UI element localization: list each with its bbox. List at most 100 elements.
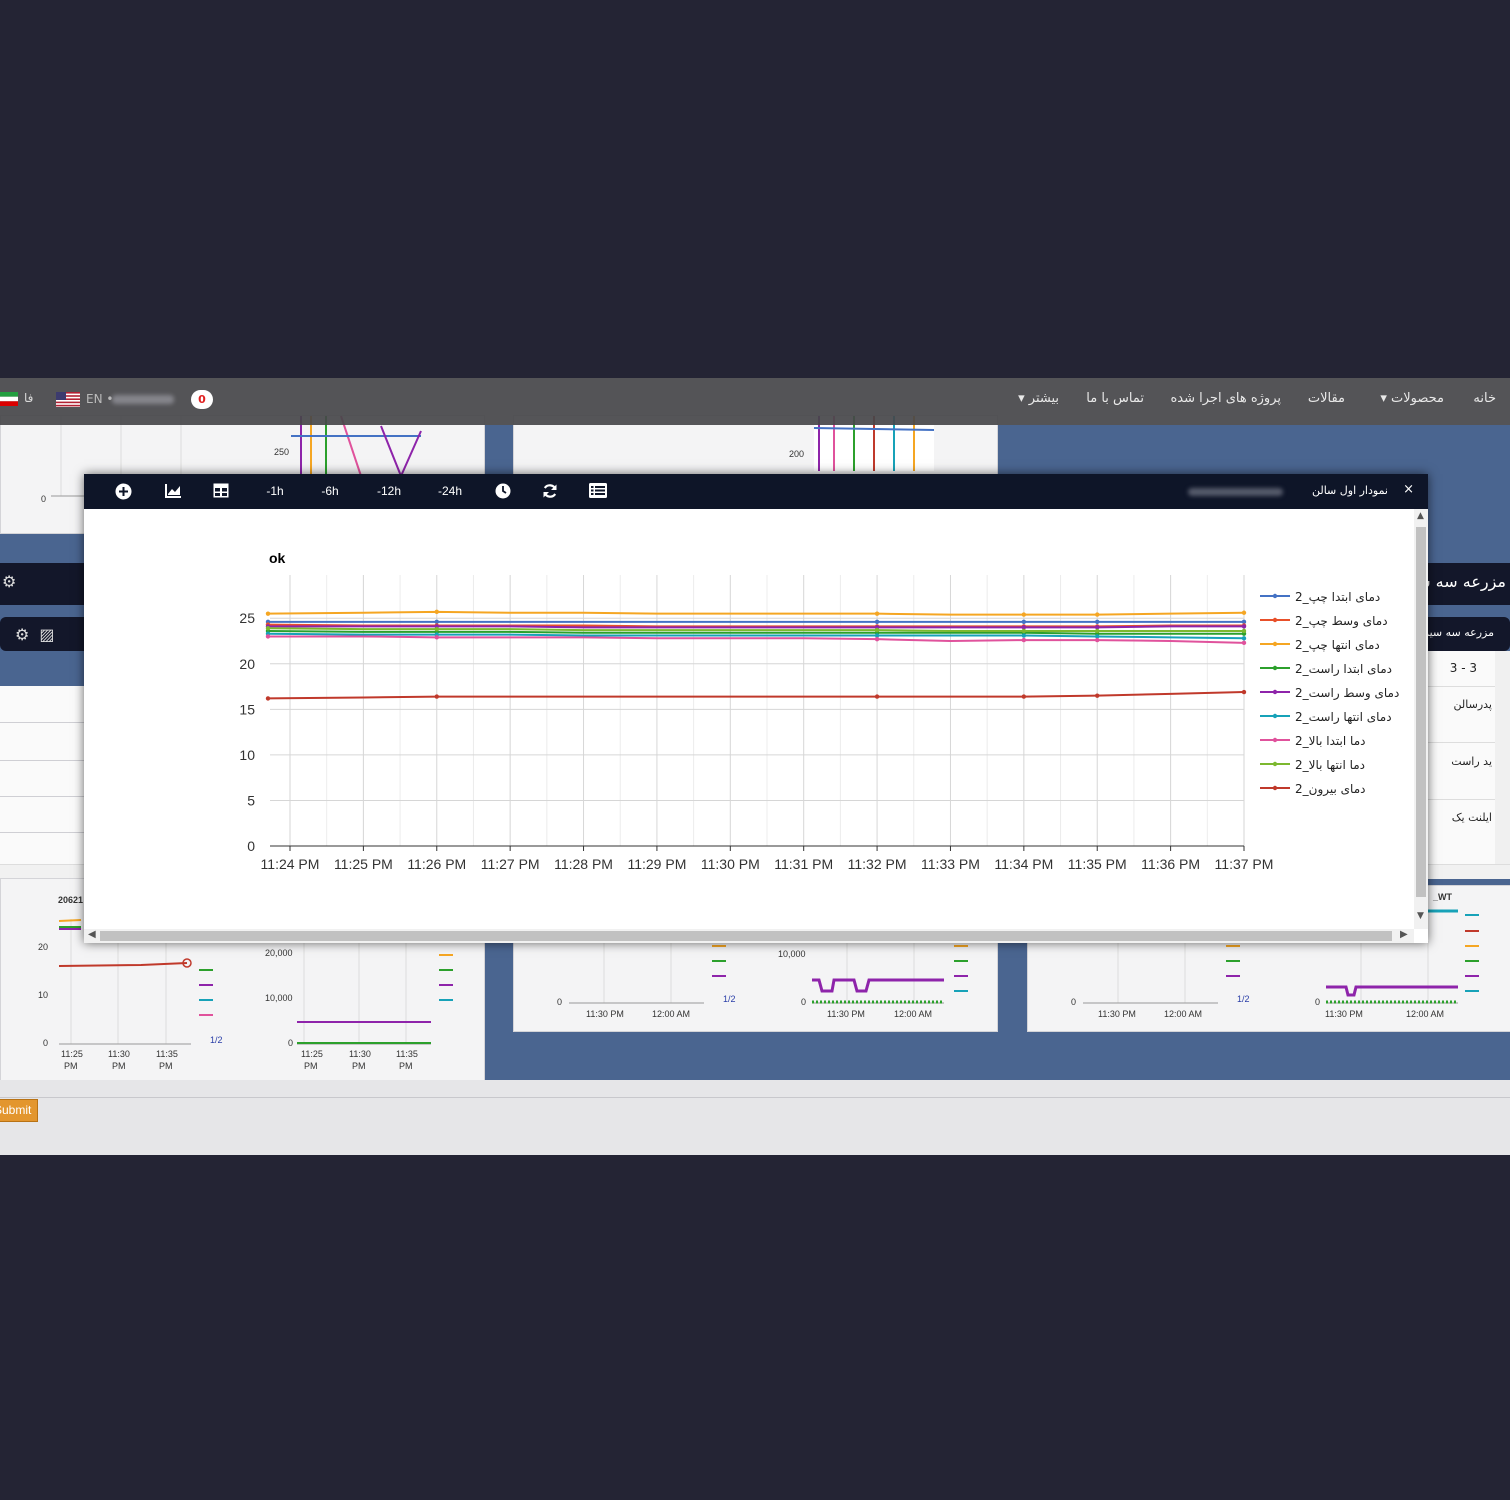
data-point bbox=[265, 696, 271, 701]
x-tick: 11:30 PM bbox=[1098, 1009, 1136, 1019]
range-1h-button[interactable]: -1h bbox=[260, 474, 290, 509]
x-tick: 11:25 bbox=[301, 1049, 323, 1059]
us-flag-icon[interactable] bbox=[56, 392, 80, 407]
gear-icon[interactable]: ⚙ bbox=[15, 625, 39, 644]
nav-products-label: محصولات bbox=[1391, 391, 1444, 406]
mini-chart-title: _WT bbox=[1433, 892, 1452, 902]
y-tick: 10 bbox=[38, 990, 49, 1000]
x-tick-label: 11:31 PM bbox=[774, 856, 833, 872]
data-point bbox=[1241, 640, 1247, 646]
legend-swatch bbox=[199, 969, 213, 971]
x-tick: 11:30 bbox=[349, 1049, 371, 1059]
x-tick-label: 11:24 PM bbox=[261, 856, 320, 872]
table-scrollbar[interactable] bbox=[1495, 651, 1510, 864]
divider bbox=[0, 722, 84, 723]
divider bbox=[0, 832, 84, 833]
clock-icon[interactable] bbox=[492, 474, 514, 509]
chart-title: ok bbox=[269, 550, 286, 566]
data-point bbox=[1021, 637, 1027, 643]
refresh-icon[interactable] bbox=[539, 474, 561, 509]
legend-swatch bbox=[712, 975, 726, 977]
nav-more[interactable]: ▾ بیشتر bbox=[1018, 391, 1059, 406]
x-tick-label: 11:35 PM bbox=[1068, 856, 1127, 872]
page-indicator[interactable]: 1/2 bbox=[723, 994, 736, 1004]
range-6h-button[interactable]: -6h bbox=[315, 474, 345, 509]
y-tick: 0 bbox=[41, 494, 47, 504]
mini-chart bbox=[813, 416, 935, 471]
legend-label: دمای وسط چپ_2 bbox=[1295, 614, 1388, 629]
username-blurred[interactable] bbox=[112, 395, 174, 404]
scroll-thumb[interactable] bbox=[1416, 527, 1426, 897]
data-point bbox=[874, 636, 880, 642]
x-tick-label: 11:36 PM bbox=[1141, 856, 1200, 872]
gear-icon[interactable]: ⚙ bbox=[2, 572, 16, 591]
legend-swatch bbox=[199, 1014, 213, 1016]
data-point bbox=[1021, 694, 1027, 699]
notification-badge[interactable]: 0 bbox=[191, 390, 213, 409]
lang-en-link[interactable]: EN • bbox=[86, 392, 113, 406]
table-row[interactable]: ایلنت یک bbox=[1452, 811, 1492, 824]
submit-button[interactable]: Submit bbox=[0, 1099, 38, 1122]
table-icon[interactable] bbox=[210, 474, 232, 509]
background-table-left bbox=[0, 686, 84, 864]
modal-vertical-scrollbar[interactable]: ▲ ▼ bbox=[1414, 509, 1428, 929]
legend-swatch bbox=[1465, 930, 1479, 932]
x-tick: 12:00 AM bbox=[652, 1009, 691, 1019]
x-tick: 11:35 bbox=[156, 1049, 178, 1059]
legend-swatch-dot bbox=[1272, 689, 1278, 695]
panel-toolbar: ⚙▨ bbox=[15, 625, 64, 644]
iran-flag-icon[interactable] bbox=[0, 392, 18, 406]
x-tick: 12:00 AM bbox=[1164, 1009, 1203, 1019]
chart-series bbox=[265, 609, 1247, 701]
nav-more-label: بیشتر bbox=[1028, 391, 1059, 406]
nav-contact[interactable]: تماس با ما bbox=[1086, 391, 1144, 406]
range-12h-button[interactable]: -12h bbox=[372, 474, 406, 509]
scroll-right-icon[interactable]: ▶ bbox=[1400, 929, 1408, 940]
nav-projects[interactable]: پروژه های اجرا شده bbox=[1170, 391, 1281, 406]
modal-title: نمودار اول سالن bbox=[1311, 484, 1388, 497]
legend-swatch bbox=[439, 984, 453, 986]
x-tick-label: 11:25 PM bbox=[334, 856, 393, 872]
legend-label: دمای انتها راست_2 bbox=[1295, 710, 1392, 725]
legend-swatch bbox=[1465, 990, 1479, 992]
x-tick-label: 11:34 PM bbox=[994, 856, 1053, 872]
legend-label: دمای بیرون_2 bbox=[1295, 782, 1365, 797]
data-point bbox=[434, 694, 439, 699]
data-point bbox=[1241, 628, 1247, 634]
lang-fa-link[interactable]: فا bbox=[24, 391, 33, 405]
legend-swatch bbox=[1465, 914, 1479, 916]
x-tick-label: 11:28 PM bbox=[554, 856, 613, 872]
x-tick-label: 11:29 PM bbox=[627, 856, 686, 872]
data-point bbox=[265, 626, 271, 631]
table-row[interactable]: پدرسالن bbox=[1454, 698, 1492, 711]
legend-label: دما ابتدا بالا_2 bbox=[1295, 734, 1365, 748]
nav-articles[interactable]: مقالات bbox=[1308, 391, 1345, 406]
close-icon[interactable]: × bbox=[1403, 482, 1414, 497]
page-indicator[interactable]: 1/2 bbox=[210, 1035, 223, 1045]
scroll-down-icon[interactable]: ▼ bbox=[1417, 911, 1424, 921]
page-indicator[interactable]: 1/2 bbox=[1237, 994, 1250, 1004]
range-24h-button[interactable]: -24h bbox=[433, 474, 467, 509]
legend-swatch-dot bbox=[1272, 593, 1278, 599]
data-point bbox=[1241, 624, 1247, 629]
legend-swatch bbox=[199, 999, 213, 1001]
modal-horizontal-scrollbar[interactable]: ◀ ▶ bbox=[84, 929, 1414, 943]
scroll-up-icon[interactable]: ▲ bbox=[1417, 511, 1424, 521]
area-chart-icon[interactable]: ▨ bbox=[39, 625, 64, 644]
area-chart-icon[interactable] bbox=[162, 474, 184, 509]
plus-circle-icon[interactable] bbox=[112, 474, 134, 509]
scroll-thumb[interactable] bbox=[100, 931, 1392, 941]
nav-products[interactable]: ▾ محصولات bbox=[1380, 391, 1444, 406]
y-tick-label: 10 bbox=[239, 747, 255, 763]
mini-chart-card: 0 1/2 10,000 0 11:30 PM 12:00 AM 11:30 P… bbox=[513, 930, 998, 1032]
table-row[interactable]: ید راست bbox=[1451, 755, 1492, 768]
x-tick-label: 11:37 PM bbox=[1215, 856, 1274, 872]
scroll-left-icon[interactable]: ◀ bbox=[88, 929, 96, 940]
legend-label: دمای ابتدا چپ_2 bbox=[1295, 590, 1380, 604]
divider bbox=[1428, 686, 1498, 687]
list-icon[interactable] bbox=[587, 474, 609, 509]
divider bbox=[0, 760, 84, 761]
line-chart: ok 0 5 10 15 20 25 11:24 PM 11:25 PM 11:26 PM 11:… bbox=[239, 550, 1399, 872]
nav-home[interactable]: خانه bbox=[1473, 391, 1496, 406]
x-tick: PM bbox=[352, 1061, 366, 1071]
